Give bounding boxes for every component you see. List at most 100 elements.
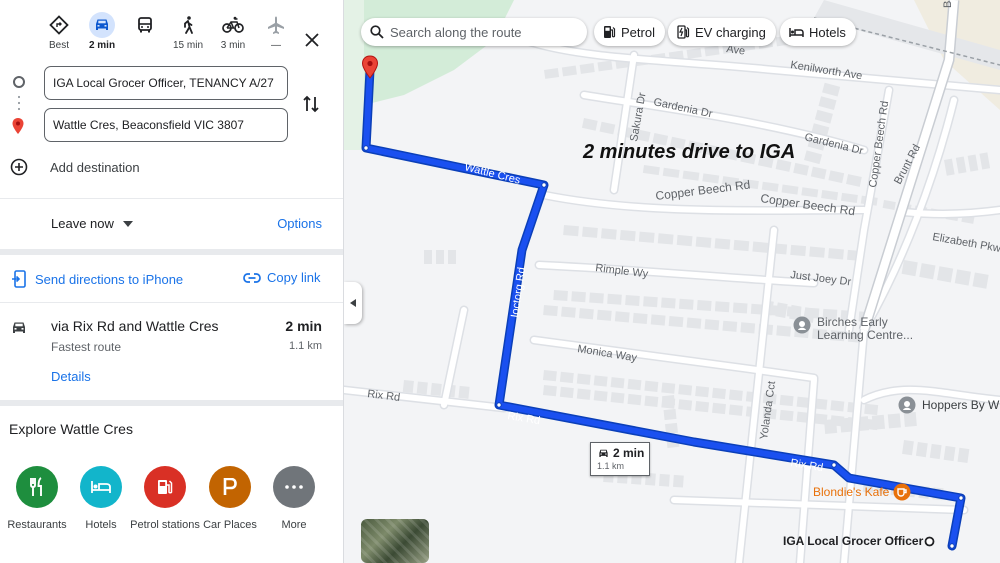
route-duration-badge[interactable]: 2 min 1.1 km (590, 442, 650, 476)
house-block (790, 244, 807, 257)
copy-link-button[interactable]: Copy link (243, 270, 320, 285)
route-search-input[interactable]: Search along the route (361, 18, 587, 46)
explore-hotels-button[interactable]: Hotels (66, 466, 136, 532)
street-label-elizabeth: Elizabeth Pkwy (931, 231, 1000, 256)
house-block (728, 389, 743, 401)
house-block (607, 293, 622, 305)
poi-birches-label: Birches Early Learning Centre... (817, 315, 914, 342)
options-button[interactable]: Options (277, 216, 322, 231)
house-block (599, 121, 616, 135)
street-label-brunt-top: Brunt (942, 0, 954, 8)
house-block (824, 418, 838, 434)
house-block (704, 319, 720, 331)
route-details-link[interactable]: Details (51, 369, 91, 384)
search-icon (370, 25, 384, 39)
house-block (643, 296, 658, 308)
house-block (943, 445, 956, 462)
airplane-icon (263, 12, 289, 38)
street-label-ioctorg: Ioctorg Rd (509, 266, 528, 318)
house-block (695, 385, 710, 398)
house-block (458, 385, 470, 399)
section-divider (0, 400, 343, 406)
house-block (610, 392, 625, 404)
mode-best-button[interactable]: Best (39, 12, 79, 54)
collapse-panel-button[interactable] (344, 282, 362, 324)
place-marker-icon (898, 396, 916, 414)
poi-hoppers[interactable]: Hoppers By W (898, 396, 999, 414)
house-block (561, 65, 577, 77)
street-label-gardenia-1: Gardenia Dr (652, 96, 713, 120)
house-block-row (563, 225, 863, 262)
add-destination-button[interactable]: Add destination (10, 156, 310, 178)
house-block-row (902, 440, 970, 464)
route-name[interactable]: via Rix Rd and Wattle Cres (51, 318, 219, 334)
chip-ev-charging-button[interactable]: EV charging (668, 18, 776, 46)
origin-input[interactable]: IGA Local Grocer Officer, TENANCY A/27 (44, 66, 288, 100)
divider (0, 302, 343, 303)
destination-input[interactable]: Wattle Cres, Beaconsfield VIC 3807 (44, 108, 288, 142)
house-block (678, 298, 694, 310)
chip-hotels-button[interactable]: Hotels (780, 18, 856, 46)
restaurant-icon (16, 466, 58, 508)
annotation-text: 2 minutes drive to IGA (583, 141, 796, 163)
mode-cycle-button[interactable]: 3 min (213, 12, 253, 54)
street-label-wattle: Wattle Cres (463, 161, 522, 187)
house-block (752, 241, 769, 253)
mode-transit-button[interactable] (125, 12, 165, 54)
house-block (728, 404, 743, 416)
house-block (657, 233, 674, 245)
add-circle-icon (10, 158, 28, 176)
house-block (967, 154, 979, 172)
poi-birches-early-learning[interactable]: Birches Early Learning Centre... (793, 316, 927, 342)
house-block (644, 395, 659, 407)
house-block (828, 170, 845, 184)
house-block (846, 174, 862, 187)
house-block (542, 385, 557, 397)
poi-blondies-kafe[interactable]: Blondie's Kafe (813, 483, 911, 501)
explore-more-button[interactable]: More (259, 466, 329, 532)
house-block (740, 322, 756, 334)
layers-satellite-thumbnail[interactable] (361, 519, 429, 563)
house-block (818, 96, 837, 111)
house-block (542, 370, 557, 382)
mode-walk-button[interactable]: 15 min (168, 12, 208, 54)
send-to-phone-label: Send directions to iPhone (35, 271, 184, 287)
route-car-icon (10, 320, 28, 341)
map-canvas[interactable]: Kenilworth Ave Ave Gardenia Dr Gardenia … (344, 0, 1000, 563)
explore-parking-button[interactable]: Car Places (195, 466, 265, 532)
house-block (416, 381, 428, 395)
house-block (864, 403, 879, 416)
badge-distance: 1.1 km (597, 461, 625, 471)
chip-ev-charging-label: EV charging (695, 24, 766, 40)
house-block (695, 400, 710, 413)
explore-petrol-button[interactable]: Petrol stations (130, 466, 200, 532)
badge-time: 2 min (613, 446, 645, 460)
house-block (779, 394, 794, 407)
house-block (578, 308, 594, 320)
mode-flight-button[interactable]: — (256, 12, 296, 54)
house-block (944, 158, 955, 176)
poi-hoppers-label: Hoppers By W (922, 398, 1000, 412)
house-block (793, 162, 809, 176)
house-block (678, 384, 693, 396)
house-block (686, 48, 702, 59)
house-block (919, 263, 936, 280)
swap-arrows-icon (303, 95, 319, 113)
house-block (659, 473, 670, 487)
poi-iga-label: IGA Local Grocer Officer (783, 534, 924, 548)
mode-drive-button[interactable]: 2 min (82, 12, 122, 54)
house-block (929, 443, 942, 460)
send-to-phone-button[interactable]: Send directions to iPhone (11, 270, 183, 288)
explore-restaurants-button[interactable]: Restaurants (2, 466, 72, 532)
house-block (801, 187, 819, 198)
house-block (682, 170, 700, 181)
swap-waypoints-button[interactable] (302, 94, 320, 119)
chip-petrol-button[interactable]: Petrol (594, 18, 665, 46)
poi-iga-origin[interactable]: IGA Local Grocer Officer (783, 535, 935, 548)
close-directions-button[interactable] (300, 28, 324, 52)
house-block (954, 269, 971, 286)
caret-down-icon (122, 220, 133, 227)
house-block (901, 259, 918, 277)
leave-now-dropdown[interactable]: Leave now (51, 216, 133, 231)
house-block (642, 165, 660, 176)
